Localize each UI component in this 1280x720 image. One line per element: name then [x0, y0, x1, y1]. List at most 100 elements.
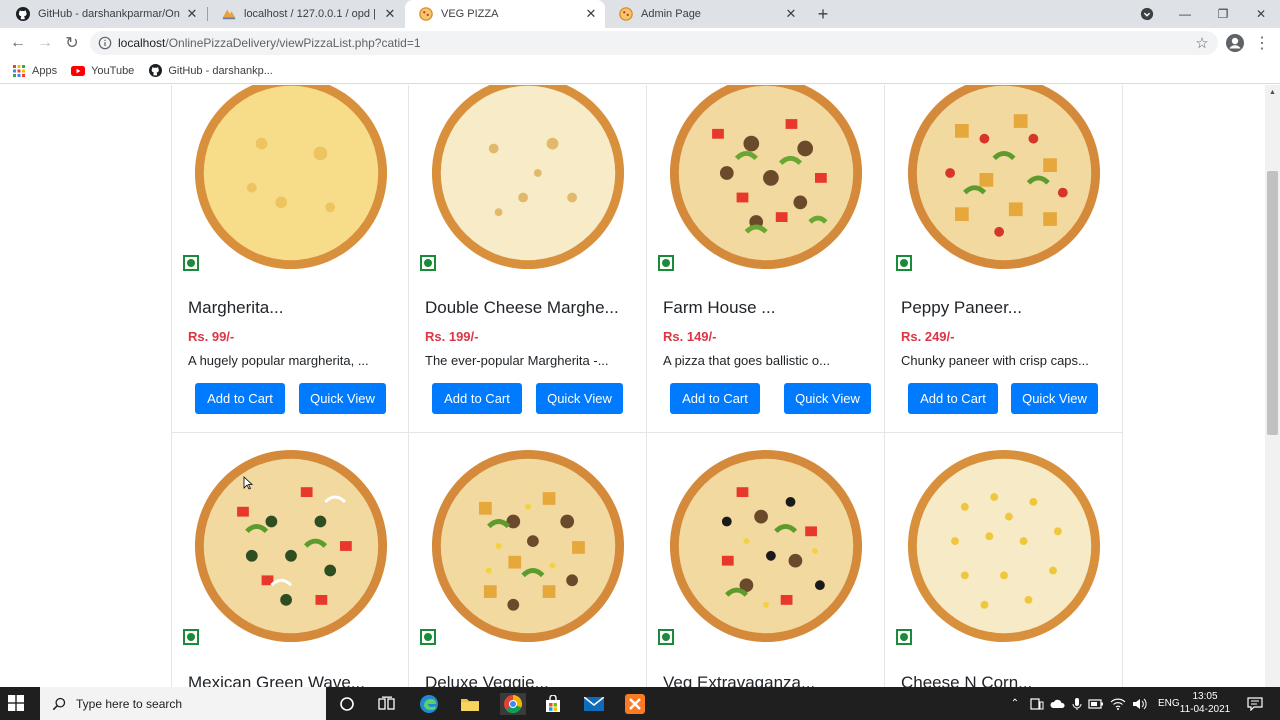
pizza-name: Peppy Paneer... [901, 298, 1022, 317]
window-close-icon[interactable]: ✕ [1242, 0, 1280, 28]
quick-view-button[interactable]: Quick View [1011, 383, 1098, 414]
quick-view-button[interactable]: Quick View [536, 383, 623, 414]
quick-view-button[interactable]: Quick View [784, 383, 871, 414]
mail-icon[interactable] [583, 693, 605, 715]
tray-chevron-icon[interactable]: ⌃ [1008, 698, 1022, 709]
pizza-description: A hugely popular margherita, ... [188, 353, 369, 368]
pizza-card: Veg Extravaganza... [647, 433, 885, 687]
volume-icon[interactable] [1132, 697, 1148, 711]
pizza-image [669, 449, 863, 643]
pizza-image [431, 85, 625, 270]
pizza-name: Mexican Green Wave... [188, 673, 365, 687]
minimize-icon[interactable]: — [1166, 0, 1204, 28]
pizza-description: A pizza that goes ballistic o... [663, 353, 830, 368]
store-icon[interactable] [542, 693, 564, 715]
close-icon[interactable]: ✕ [783, 6, 799, 22]
xampp-icon[interactable] [624, 693, 646, 715]
close-icon[interactable]: ✕ [184, 6, 200, 22]
tab-label: GitHub - darshankparmar/Online [38, 8, 180, 20]
add-to-cart-button[interactable]: Add to Cart [908, 383, 998, 414]
taskbar-search-box[interactable]: Type here to search [40, 687, 326, 720]
windows-taskbar: Type here to search ⌃ ENG 13:05 11-04-20… [0, 687, 1280, 720]
pizza-image [431, 449, 625, 643]
address-bar[interactable]: localhost/OnlinePizzaDelivery/viewPizzaL… [90, 31, 1218, 55]
pizza-name: Deluxe Veggie... [425, 673, 549, 687]
tab-phpmyadmin[interactable]: localhost / 127.0.0.1 / opd | phpM ✕ [208, 0, 404, 28]
mouse-cursor-icon [243, 476, 253, 490]
taskbar-clock[interactable]: 13:05 11-04-2021 [1170, 690, 1240, 716]
device-icon[interactable] [1030, 697, 1044, 710]
restore-icon[interactable]: ❐ [1204, 0, 1242, 28]
bookmark-github[interactable]: GitHub - darshankp... [148, 64, 273, 78]
chrome-taskbar-icon[interactable] [500, 693, 526, 715]
url-path: /OnlinePizzaDelivery/viewPizzaList.php?c… [165, 36, 421, 50]
info-icon[interactable] [98, 36, 112, 50]
pizza-image [907, 449, 1101, 643]
pizza-image [669, 85, 863, 270]
pizza-card: Double Cheese Marghe... Rs. 199/- The ev… [409, 85, 647, 433]
pizza-price: Rs. 149/- [663, 329, 717, 344]
scrollbar-thumb[interactable] [1267, 171, 1278, 435]
pizza-name: Margherita... [188, 298, 284, 317]
tab-veg-pizza[interactable]: VEG PIZZA ✕ [405, 0, 605, 28]
search-placeholder: Type here to search [76, 696, 183, 711]
pizza-image [194, 449, 388, 643]
back-icon[interactable]: ← [8, 33, 28, 53]
veg-mark-icon [896, 255, 912, 271]
close-icon[interactable]: ✕ [583, 6, 599, 22]
battery-icon[interactable] [1088, 698, 1104, 709]
clock-time: 13:05 [1192, 691, 1218, 702]
pizza-name: Cheese N Corn... [901, 673, 1033, 687]
tab-admin-page[interactable]: Admin Page ✕ [605, 0, 805, 28]
page-viewport: Margherita... Rs. 99/- A hugely popular … [0, 85, 1280, 687]
add-to-cart-button[interactable]: Add to Cart [670, 383, 760, 414]
new-tab-button[interactable]: + [813, 4, 833, 24]
task-view-icon[interactable] [376, 693, 398, 715]
url-host: localhost [118, 36, 166, 50]
microphone-icon[interactable] [1072, 697, 1082, 711]
pizza-card: Deluxe Veggie... [409, 433, 647, 687]
scroll-up-icon[interactable]: ▲ [1265, 85, 1280, 100]
tab-github[interactable]: GitHub - darshankparmar/Online ✕ [2, 0, 206, 28]
bookmark-label: Apps [32, 64, 58, 77]
windows-start-icon[interactable] [8, 695, 24, 711]
add-to-cart-button[interactable]: Add to Cart [432, 383, 522, 414]
apps-grid-icon [12, 64, 26, 78]
veg-mark-icon [896, 629, 912, 645]
onedrive-cloud-icon[interactable] [1050, 698, 1066, 710]
bookmarks-bar: Apps YouTube GitHub - darshankp... [0, 58, 1280, 84]
pizza-price: Rs. 199/- [425, 329, 479, 344]
wifi-icon[interactable] [1110, 697, 1126, 711]
notifications-icon[interactable] [1244, 693, 1266, 715]
bookmark-star-icon[interactable]: ☆ [1192, 33, 1212, 53]
file-explorer-icon[interactable] [459, 693, 481, 715]
close-icon[interactable]: ✕ [382, 6, 398, 22]
tab-search-icon[interactable] [1128, 0, 1166, 28]
cortana-icon[interactable] [336, 693, 358, 715]
search-icon [52, 697, 66, 710]
system-tray: ⌃ ENG [1008, 687, 1180, 720]
bookmark-label: YouTube [91, 64, 135, 77]
edge-icon[interactable] [418, 693, 440, 715]
veg-mark-icon [420, 255, 436, 271]
page-scrollbar[interactable]: ▲ [1265, 85, 1280, 687]
veg-mark-icon [183, 255, 199, 271]
pizza-favicon-icon [419, 7, 433, 21]
pizza-image [907, 85, 1101, 270]
clock-date: 11-04-2021 [1179, 704, 1231, 715]
pizza-card: Cheese N Corn... [885, 433, 1123, 687]
quick-view-button[interactable]: Quick View [299, 383, 386, 414]
menu-icon[interactable]: ⋮ [1252, 33, 1272, 53]
url-text: localhost/OnlinePizzaDelivery/viewPizzaL… [118, 36, 421, 50]
reload-icon[interactable]: ↻ [62, 33, 82, 53]
pizza-name: Veg Extravaganza... [663, 673, 816, 687]
veg-mark-icon [658, 629, 674, 645]
bookmark-youtube[interactable]: YouTube [71, 64, 134, 78]
profile-avatar-icon[interactable] [1225, 33, 1245, 53]
bookmark-apps[interactable]: Apps [12, 64, 57, 78]
pizza-card: Peppy Paneer... Rs. 249/- Chunky paneer … [885, 85, 1123, 433]
forward-icon[interactable]: → [35, 33, 55, 53]
pizza-price: Rs. 249/- [901, 329, 955, 344]
add-to-cart-button[interactable]: Add to Cart [195, 383, 285, 414]
pizza-description: The ever-popular Margherita -... [425, 353, 609, 368]
